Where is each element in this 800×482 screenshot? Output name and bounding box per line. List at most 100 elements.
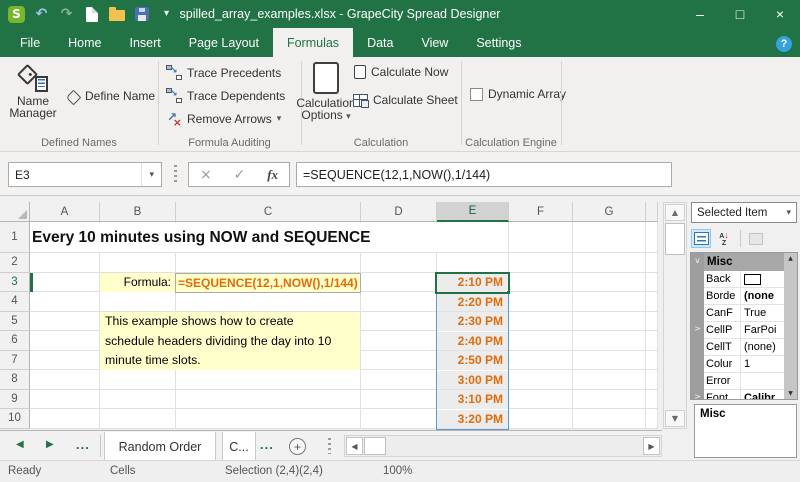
sheet-overflow-right[interactable]: ...	[260, 437, 274, 452]
expand-chevron-icon[interactable]: >	[691, 324, 704, 333]
row-header-9[interactable]: 9	[0, 390, 30, 410]
calculate-sheet-button[interactable]: Calculate Sheet	[353, 93, 458, 107]
grid-cell[interactable]	[361, 390, 437, 410]
grid-cell[interactable]	[100, 292, 176, 312]
grid-cell[interactable]	[646, 409, 658, 429]
grid-cell[interactable]	[30, 370, 100, 390]
grid-cell[interactable]	[509, 409, 573, 429]
scroll-up-icon[interactable]: ▲	[665, 204, 685, 221]
define-name-button[interactable]: Define Name	[66, 89, 155, 103]
time-cell-e5[interactable]: 2:30 PM	[437, 312, 508, 331]
property-value[interactable]: True	[741, 305, 784, 321]
formula-label-cell[interactable]: Formula:	[100, 273, 175, 292]
row-header-4[interactable]: 4	[0, 292, 30, 312]
tab-view[interactable]: View	[407, 28, 462, 57]
sheet-tab-random-order[interactable]: Random Order	[104, 432, 216, 461]
insert-function-icon[interactable]: fx	[267, 167, 278, 183]
status-zoom[interactable]: 100%	[383, 465, 412, 477]
time-cell-e6[interactable]: 2:40 PM	[437, 332, 508, 351]
save-icon[interactable]	[133, 6, 150, 23]
scroll-left-icon[interactable]: ◀	[346, 437, 363, 455]
grid-cell[interactable]	[361, 292, 437, 312]
grid-cell[interactable]	[509, 331, 573, 351]
categorized-view-button[interactable]	[691, 229, 711, 248]
undo-icon[interactable]: ↶	[33, 6, 50, 23]
grid-cell[interactable]	[646, 292, 658, 312]
horizontal-scrollbar[interactable]: ◀ ▶	[344, 435, 662, 457]
grid-cell[interactable]	[361, 253, 437, 273]
grid-cell[interactable]	[361, 331, 437, 351]
grid-cell[interactable]	[646, 351, 658, 371]
time-cell-e8[interactable]: 3:00 PM	[437, 371, 508, 390]
grid-cell[interactable]	[573, 292, 646, 312]
column-header-g[interactable]: G	[573, 202, 646, 222]
grid-cell[interactable]	[176, 370, 361, 390]
grid-cell[interactable]	[361, 273, 437, 293]
tab-data[interactable]: Data	[353, 28, 407, 57]
horizontal-scroll-thumb[interactable]	[364, 437, 386, 455]
column-header-d[interactable]: D	[361, 202, 437, 222]
grid-cell[interactable]	[176, 253, 361, 273]
grid-cell[interactable]	[176, 409, 361, 429]
grid-cell[interactable]	[30, 273, 100, 293]
tab-home[interactable]: Home	[54, 28, 115, 57]
grid-cell[interactable]	[573, 370, 646, 390]
chevron-down-icon[interactable]: ▾	[141, 163, 161, 186]
formula-input[interactable]: =SEQUENCE(12,1,NOW(),1/144)	[296, 162, 672, 187]
grid-cell[interactable]	[646, 273, 658, 293]
scroll-down-icon[interactable]: ▼	[784, 390, 797, 397]
scroll-down-icon[interactable]: ▼	[665, 410, 685, 427]
grid-cell[interactable]	[30, 292, 100, 312]
new-file-icon[interactable]	[83, 6, 100, 23]
grid-cell[interactable]	[437, 253, 509, 273]
grid-cell[interactable]	[573, 222, 646, 253]
grid-cell[interactable]	[646, 390, 658, 410]
grid-cell[interactable]	[646, 370, 658, 390]
property-value[interactable]: (none)	[741, 339, 784, 355]
vertical-scrollbar[interactable]: ▲ ▼	[663, 202, 687, 429]
grid-cell[interactable]	[100, 390, 176, 410]
row-header-5[interactable]: 5	[0, 312, 30, 332]
property-row-canf[interactable]: CanFTrue	[704, 305, 784, 322]
sheet-overflow-left[interactable]: ...	[76, 437, 90, 452]
property-value[interactable]: FarPoi	[741, 322, 784, 338]
row-header-10[interactable]: 10	[0, 409, 30, 429]
row-header-7[interactable]: 7	[0, 351, 30, 371]
time-cell-e10[interactable]: 3:20 PM	[437, 410, 508, 429]
column-header-e[interactable]: E	[437, 202, 509, 222]
note-block[interactable]: This example shows how to createschedule…	[100, 312, 360, 370]
grid-cell[interactable]	[646, 253, 658, 273]
property-row-colur[interactable]: Colur1	[704, 356, 784, 373]
grid-cell[interactable]	[30, 253, 100, 273]
name-manager-button[interactable]: Name Manager	[6, 62, 60, 120]
grid-cell[interactable]	[509, 390, 573, 410]
collapse-chevron-icon[interactable]: v	[691, 256, 704, 265]
time-cell-e7[interactable]: 2:50 PM	[437, 351, 508, 370]
trace-dependents-button[interactable]: ↘ Trace Dependents	[166, 88, 285, 103]
column-header-f[interactable]: F	[509, 202, 573, 222]
add-sheet-icon[interactable]: +	[289, 438, 306, 455]
grid-cell[interactable]	[100, 253, 176, 273]
property-row-back[interactable]: Back	[704, 271, 784, 288]
time-cell-e9[interactable]: 3:10 PM	[437, 390, 508, 409]
help-icon[interactable]: ?	[776, 36, 792, 52]
grid-cell[interactable]	[30, 331, 100, 351]
open-file-icon[interactable]	[108, 6, 125, 23]
property-category-misc[interactable]: Misc	[704, 253, 784, 271]
maximize-button[interactable]: □	[720, 0, 760, 28]
property-value[interactable]: (none	[741, 288, 784, 304]
select-all-corner[interactable]	[0, 202, 30, 222]
tab-formulas[interactable]: Formulas	[273, 28, 353, 57]
prev-sheet-icon[interactable]: ◀	[16, 439, 24, 450]
grid-cell[interactable]	[573, 351, 646, 371]
column-header-b[interactable]: B	[100, 202, 176, 222]
grid-cell[interactable]	[646, 312, 658, 332]
next-sheet-icon[interactable]: ▶	[46, 439, 54, 450]
property-value[interactable]	[741, 373, 784, 389]
row-header-6[interactable]: 6	[0, 331, 30, 351]
grid-cell[interactable]	[30, 409, 100, 429]
row-header-1[interactable]: 1	[0, 222, 30, 253]
tab-insert[interactable]: Insert	[116, 28, 175, 57]
vertical-scroll-thumb[interactable]	[665, 223, 685, 255]
sheet-tab-c-[interactable]: C...	[222, 432, 256, 461]
